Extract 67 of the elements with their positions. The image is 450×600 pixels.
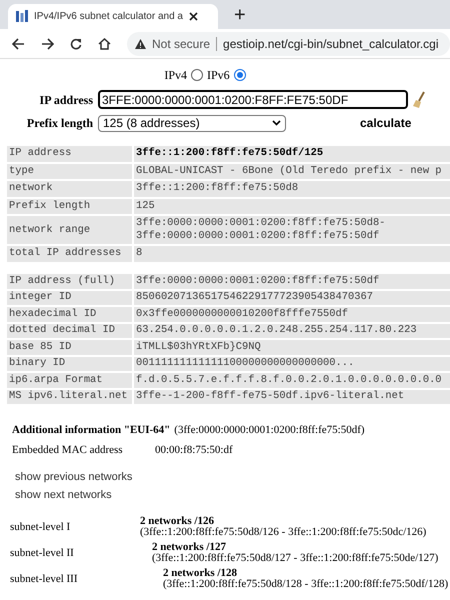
table-cell: IP address (full) xyxy=(7,274,132,289)
table-cell: f.d.0.5.5.7.e.f.f.f.8.f.0.0.2.0.1.0.0.0.0.0.0.0.0 xyxy=(134,373,450,388)
reload-icon[interactable] xyxy=(70,38,82,50)
url-text: gestioip.net/cgi-bin/subnet_calculator.cgi xyxy=(223,36,438,52)
table-cell: network range xyxy=(7,216,132,244)
security-label: Not secure xyxy=(152,36,210,52)
table-cell: base 85 ID xyxy=(7,340,132,355)
table-cell: 125 xyxy=(134,198,450,214)
table-cell: network xyxy=(7,181,132,197)
table-cell: iTMLL$03hYRtXFb}C9NQ xyxy=(134,340,450,355)
subnet-label: subnet-level II xyxy=(10,546,75,561)
ip-input[interactable]: 3FFE:0000:0000:0001:0200:F8FF:FE75:50DF xyxy=(98,90,408,109)
version-radio[interactable] xyxy=(191,69,203,81)
subnet-range: (3ffe::1:200:f8ff:fe75:50d8/126 - 3ffe::1:200:f8ff:fe75:50dc/126) xyxy=(140,527,426,538)
subnet-count: 2 networks /128 xyxy=(163,568,237,580)
table-cell: type xyxy=(7,164,132,180)
table-cell: ip6.arpa Format xyxy=(7,373,132,388)
table-cell: 00111111111111100000000000000000... xyxy=(134,356,450,372)
table-cell: 8 xyxy=(134,246,450,262)
warning-icon xyxy=(135,38,146,48)
table-cell: 0x3ffe0000000000010200f8fffe7550df xyxy=(134,307,450,322)
table-cell: 3ffe--1-200-f8ff-fe75-50df.ipv6-literal.net xyxy=(134,390,450,404)
table-cell: 63.254.0.0.0.0.0.1.2.0.248.255.254.117.80.223 xyxy=(134,324,450,338)
networks-link[interactable]: show previous networks xyxy=(15,470,132,484)
calculate-button[interactable]: calculate xyxy=(360,114,412,132)
favicon-icon xyxy=(16,10,28,23)
address-bar[interactable]: Not secure gestioip.net/cgi-bin/subnet_calculator.cgi xyxy=(127,32,450,56)
table-cell: 3ffe::1:200:f8ff:fe75:50d8 xyxy=(134,181,450,197)
ip-label: IP address xyxy=(38,92,93,108)
table-cell: MS ipv6.literal.net xyxy=(7,390,132,404)
table-cell: hexadecimal ID xyxy=(7,307,132,322)
subnet-count: 2 networks /126 xyxy=(140,516,214,528)
tab-title: IPv4/IPv6 subnet calculator and a xyxy=(34,10,183,24)
subnet-label: subnet-level I xyxy=(10,520,72,535)
new-tab-button[interactable]: + xyxy=(234,5,246,25)
version-radio[interactable] xyxy=(234,69,246,81)
home-icon[interactable] xyxy=(98,38,111,50)
table-cell: binary ID xyxy=(7,356,132,372)
table-cell: IP address xyxy=(7,146,132,162)
subnet-range: (3ffe::1:200:f8ff:fe75:50d8/127 - 3ffe::1:200:f8ff:fe75:50de/127) xyxy=(152,553,438,564)
back-icon[interactable] xyxy=(12,38,25,50)
networks-link[interactable]: show next networks xyxy=(15,488,112,502)
table-cell: integer ID xyxy=(7,290,132,306)
table-cell: dotted decimal ID xyxy=(7,324,132,338)
table-cell: Prefix length xyxy=(7,198,132,214)
table-cell: total IP addresses xyxy=(7,246,132,262)
table-cell: 3ffe:0000:0000:0001:0200:f8ff:fe75:50d8- 3ffe:0000:0000:0001:0200:f8ff:fe75:50df xyxy=(134,216,450,244)
table-cell: 85060207136517546229177723905438470367 xyxy=(134,290,450,306)
close-icon[interactable] xyxy=(188,12,198,21)
prefix-label: Prefix length xyxy=(26,115,93,132)
table-cell: GLOBAL-UNICAST - 6Bone (Old Teredo prefix - new p xyxy=(134,164,450,180)
subnet-count: 2 networks /127 xyxy=(152,542,226,554)
mac-label: Embedded MAC address xyxy=(12,442,124,458)
table-cell: 3ffe:0000:0000:0001:0200:f8ff:fe75:50df xyxy=(134,274,450,289)
subnet-label: subnet-level III xyxy=(10,572,78,587)
chevron-icon xyxy=(272,120,281,126)
browser-tab[interactable]: IPv4/IPv6 subnet calculator and a xyxy=(8,4,218,29)
version-label: IPv6 xyxy=(207,67,230,84)
subnet-range: (3ffe::1:200:f8ff:fe75:50d8/128 - 3ffe::1:200:f8ff:fe75:50df/128) xyxy=(163,579,448,590)
section-title: Additional information "EUI-64" xyxy=(12,423,170,438)
version-label: IPv4 xyxy=(164,67,187,84)
forward-icon[interactable] xyxy=(41,38,54,50)
prefix-select[interactable]: 125 (8 addresses) xyxy=(98,114,286,132)
mac-value: 00:00:f8:75:50:df xyxy=(155,442,233,458)
table-cell: 3ffe::1:200:f8ff:fe75:50df/125 xyxy=(134,146,450,162)
broom-icon[interactable] xyxy=(412,90,426,108)
eui-address: (3ffe:0000:0000:0001:0200:f8ff:fe75:50df) xyxy=(174,423,365,438)
